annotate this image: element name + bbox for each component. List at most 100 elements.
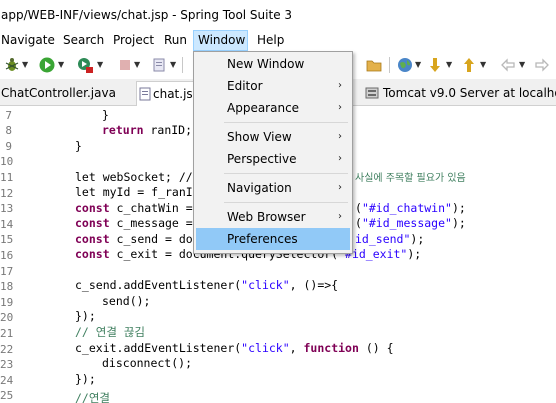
menu-item-navigation[interactable]: Navigation › [196, 177, 350, 199]
menu-item-appearance[interactable]: Appearance › [196, 97, 350, 119]
line-number: 16 [0, 249, 14, 262]
code-text: , [289, 341, 304, 355]
line-number: 8 [5, 124, 12, 137]
code-line: const c_send = do [75, 232, 193, 248]
submenu-arrow-icon: › [338, 80, 342, 91]
submenu-arrow-icon: › [338, 102, 342, 113]
code-line: let webSocket; // [75, 170, 193, 184]
code-text: ); [407, 247, 422, 261]
menu-search[interactable]: Search [63, 30, 104, 51]
line-number: 13 [0, 202, 14, 215]
menu-item-editor[interactable]: Editor › [196, 75, 350, 97]
run-config-icon[interactable] [76, 56, 94, 74]
line-number: 22 [0, 343, 14, 356]
menu-item-label: Perspective [227, 152, 297, 166]
menu-project[interactable]: Project [113, 30, 154, 51]
stop-dropdown-icon[interactable]: ▼ [134, 56, 140, 74]
submenu-arrow-icon: › [338, 182, 342, 193]
code-keyword: const [75, 216, 110, 230]
code-string: "#id_chatwin" [361, 201, 452, 215]
line-number: 10 [0, 155, 14, 168]
line-number: 24 [0, 374, 14, 387]
menu-item-label: Navigation [227, 181, 292, 195]
new-dropdown-icon[interactable]: ▼ [170, 56, 176, 74]
menu-item-label: Editor [227, 79, 263, 93]
code-line: } [75, 139, 82, 153]
line-number: 18 [0, 280, 14, 293]
code-line: return ranID; [102, 123, 192, 139]
tab-tomcat[interactable]: Tomcat v9.0 Server at localhost [363, 81, 556, 105]
code-line: c_exit.addEventListener("click", functio… [75, 341, 394, 357]
line-number-gutter: 7 8 9 10 11 12 13 14 15 16 17 18 19 20 2… [0, 106, 18, 403]
menu-separator [224, 122, 348, 123]
annotation-up-dropdown-icon[interactable]: ▼ [480, 56, 486, 74]
folder-icon[interactable] [365, 56, 383, 74]
code-string: "click" [241, 341, 290, 355]
code-text: c_chatWin = [109, 201, 193, 215]
code-comment: //연결 [75, 391, 111, 403]
code-line: }); [75, 309, 96, 323]
tab-chatcontroller[interactable]: ChatController.java [1, 81, 116, 105]
window-title: app/WEB-INF/views/chat.jsp - Spring Tool… [0, 0, 556, 30]
code-line: ("#id_message"); [355, 216, 466, 232]
menu-item-label: Show View [227, 130, 292, 144]
code-keyword: const [75, 247, 110, 261]
code-keyword: const [75, 232, 110, 246]
line-number: 25 [0, 389, 14, 402]
line-number: 20 [0, 311, 14, 324]
menu-item-label: Web Browser [227, 210, 306, 224]
code-text: ranID; [143, 123, 193, 137]
submenu-arrow-icon: › [338, 131, 342, 142]
menu-item-label: New Window [227, 57, 305, 71]
annotation-down-dropdown-icon[interactable]: ▼ [446, 56, 452, 74]
forward-icon[interactable] [533, 56, 551, 74]
back-dropdown-icon[interactable]: ▼ [519, 56, 525, 74]
code-text: () { [358, 341, 394, 355]
menu-item-label: Appearance [227, 101, 300, 115]
line-number: 9 [5, 140, 12, 153]
stop-icon[interactable] [116, 56, 134, 74]
menu-item-new-window[interactable]: New Window [196, 53, 350, 75]
code-text: ); [451, 201, 466, 215]
menu-run[interactable]: Run [164, 30, 187, 51]
run-config-dropdown-icon[interactable]: ▼ [97, 56, 103, 74]
code-text: c_send.addEventListener( [75, 278, 242, 292]
new-icon[interactable] [150, 56, 168, 74]
menu-item-preferences[interactable]: Preferences [196, 228, 350, 250]
menu-item-web-browser[interactable]: Web Browser › [196, 206, 350, 228]
menu-item-show-view[interactable]: Show View › [196, 126, 350, 148]
line-number: 11 [0, 171, 14, 184]
code-line: const c_chatWin = [75, 201, 193, 217]
code-keyword: return [102, 123, 144, 137]
code-text: , ()=>{ [289, 278, 339, 292]
code-line: }); [75, 372, 96, 386]
menu-navigate[interactable]: Navigate [1, 30, 55, 51]
code-keyword: const [75, 201, 110, 215]
back-icon[interactable] [499, 56, 517, 74]
code-line: } [102, 108, 109, 122]
tab-chat-jsp[interactable]: chat.jsp [136, 81, 200, 106]
bug-icon[interactable] [3, 56, 21, 74]
code-text: ); [451, 216, 466, 230]
debug-dropdown-icon[interactable]: ▼ [22, 56, 28, 74]
menu-item-perspective[interactable]: Perspective › [196, 148, 350, 170]
code-string: "click" [241, 278, 290, 292]
menu-bar: Navigate Search Project Run Window Help [0, 30, 556, 51]
annotation-up-icon[interactable] [460, 56, 478, 74]
toolbar-separator [389, 57, 390, 73]
code-line: c_send.addEventListener("click", ()=>{ [75, 278, 338, 294]
globe-icon[interactable] [396, 56, 414, 74]
code-text: c_send = do [109, 232, 193, 246]
code-text: ); [410, 232, 425, 246]
submenu-arrow-icon: › [338, 211, 342, 222]
menu-help[interactable]: Help [257, 30, 284, 51]
menu-separator [224, 202, 348, 203]
server-icon [365, 87, 379, 99]
menu-window[interactable]: Window [193, 30, 248, 51]
globe-dropdown-icon[interactable]: ▼ [415, 56, 421, 74]
annotation-down-icon[interactable] [426, 56, 444, 74]
run-dropdown-icon[interactable]: ▼ [58, 56, 64, 74]
code-comment: // 연결 끊김 [75, 325, 146, 339]
run-icon[interactable] [38, 56, 56, 74]
jsp-file-icon [139, 87, 151, 101]
